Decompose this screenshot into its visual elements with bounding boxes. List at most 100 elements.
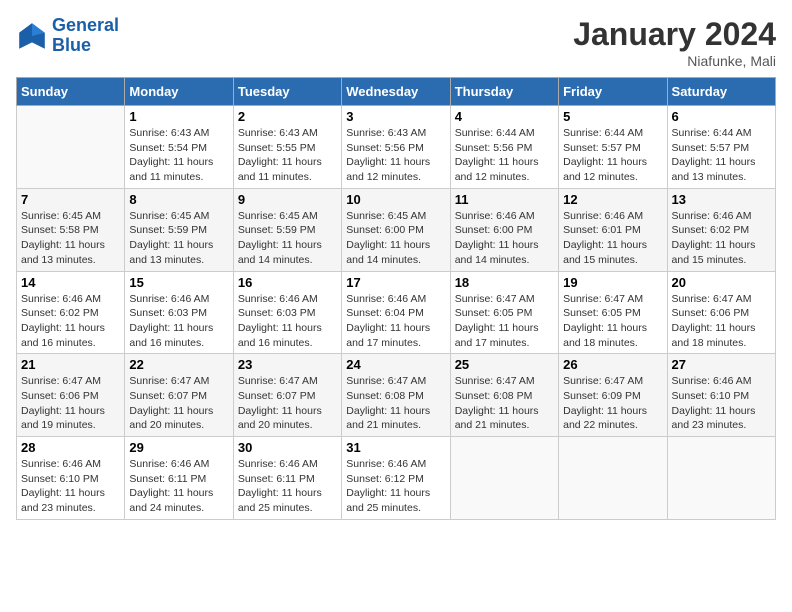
day-number: 18 bbox=[455, 275, 554, 290]
day-info: Sunrise: 6:47 AM Sunset: 6:06 PM Dayligh… bbox=[672, 292, 771, 351]
calendar-cell bbox=[559, 437, 667, 520]
day-number: 30 bbox=[238, 440, 337, 455]
header-saturday: Saturday bbox=[667, 78, 775, 106]
day-number: 8 bbox=[129, 192, 228, 207]
day-info: Sunrise: 6:44 AM Sunset: 5:56 PM Dayligh… bbox=[455, 126, 554, 185]
day-number: 7 bbox=[21, 192, 120, 207]
day-info: Sunrise: 6:43 AM Sunset: 5:56 PM Dayligh… bbox=[346, 126, 445, 185]
day-info: Sunrise: 6:46 AM Sunset: 6:02 PM Dayligh… bbox=[672, 209, 771, 268]
day-info: Sunrise: 6:46 AM Sunset: 6:11 PM Dayligh… bbox=[129, 457, 228, 516]
calendar-cell: 25 Sunrise: 6:47 AM Sunset: 6:08 PM Dayli… bbox=[450, 354, 558, 437]
calendar-table: SundayMondayTuesdayWednesdayThursdayFrid… bbox=[16, 77, 776, 520]
day-info: Sunrise: 6:46 AM Sunset: 6:03 PM Dayligh… bbox=[129, 292, 228, 351]
page-header: General Blue January 2024 Niafunke, Mali bbox=[16, 16, 776, 69]
day-info: Sunrise: 6:45 AM Sunset: 5:59 PM Dayligh… bbox=[129, 209, 228, 268]
calendar-cell: 13 Sunrise: 6:46 AM Sunset: 6:02 PM Dayli… bbox=[667, 188, 775, 271]
day-info: Sunrise: 6:46 AM Sunset: 6:10 PM Dayligh… bbox=[21, 457, 120, 516]
day-info: Sunrise: 6:46 AM Sunset: 6:12 PM Dayligh… bbox=[346, 457, 445, 516]
day-info: Sunrise: 6:47 AM Sunset: 6:05 PM Dayligh… bbox=[563, 292, 662, 351]
day-info: Sunrise: 6:44 AM Sunset: 5:57 PM Dayligh… bbox=[672, 126, 771, 185]
day-info: Sunrise: 6:43 AM Sunset: 5:54 PM Dayligh… bbox=[129, 126, 228, 185]
calendar-cell bbox=[17, 106, 125, 189]
day-number: 25 bbox=[455, 357, 554, 372]
day-info: Sunrise: 6:47 AM Sunset: 6:07 PM Dayligh… bbox=[129, 374, 228, 433]
day-number: 16 bbox=[238, 275, 337, 290]
day-number: 6 bbox=[672, 109, 771, 124]
day-info: Sunrise: 6:47 AM Sunset: 6:07 PM Dayligh… bbox=[238, 374, 337, 433]
calendar-cell: 4 Sunrise: 6:44 AM Sunset: 5:56 PM Daylig… bbox=[450, 106, 558, 189]
calendar-cell: 20Sunrise: 6:47 AM Sunset: 6:06 PM Dayli… bbox=[667, 271, 775, 354]
day-info: Sunrise: 6:46 AM Sunset: 6:00 PM Dayligh… bbox=[455, 209, 554, 268]
calendar-cell: 15 Sunrise: 6:46 AM Sunset: 6:03 PM Dayli… bbox=[125, 271, 233, 354]
calendar-cell: 27 Sunrise: 6:46 AM Sunset: 6:10 PM Dayli… bbox=[667, 354, 775, 437]
day-number: 1 bbox=[129, 109, 228, 124]
calendar-cell bbox=[450, 437, 558, 520]
calendar-cell: 23 Sunrise: 6:47 AM Sunset: 6:07 PM Dayli… bbox=[233, 354, 341, 437]
day-number: 27 bbox=[672, 357, 771, 372]
day-number: 26 bbox=[563, 357, 662, 372]
day-info: Sunrise: 6:47 AM Sunset: 6:06 PM Dayligh… bbox=[21, 374, 120, 433]
logo-icon bbox=[16, 20, 48, 52]
day-number: 11 bbox=[455, 192, 554, 207]
calendar-header-row: SundayMondayTuesdayWednesdayThursdayFrid… bbox=[17, 78, 776, 106]
day-number: 28 bbox=[21, 440, 120, 455]
day-number: 19 bbox=[563, 275, 662, 290]
calendar-cell: 18 Sunrise: 6:47 AM Sunset: 6:05 PM Dayli… bbox=[450, 271, 558, 354]
calendar-cell: 12 Sunrise: 6:46 AM Sunset: 6:01 PM Dayli… bbox=[559, 188, 667, 271]
calendar-cell: 26Sunrise: 6:47 AM Sunset: 6:09 PM Dayli… bbox=[559, 354, 667, 437]
day-number: 31 bbox=[346, 440, 445, 455]
calendar-cell bbox=[667, 437, 775, 520]
day-number: 22 bbox=[129, 357, 228, 372]
logo: General Blue bbox=[16, 16, 119, 56]
day-number: 4 bbox=[455, 109, 554, 124]
day-number: 15 bbox=[129, 275, 228, 290]
day-number: 29 bbox=[129, 440, 228, 455]
calendar-cell: 30 Sunrise: 6:46 AM Sunset: 6:11 PM Dayli… bbox=[233, 437, 341, 520]
calendar-cell: 11 Sunrise: 6:46 AM Sunset: 6:00 PM Dayli… bbox=[450, 188, 558, 271]
calendar-cell: 5Sunrise: 6:44 AM Sunset: 5:57 PM Daylig… bbox=[559, 106, 667, 189]
day-info: Sunrise: 6:46 AM Sunset: 6:11 PM Dayligh… bbox=[238, 457, 337, 516]
day-info: Sunrise: 6:47 AM Sunset: 6:08 PM Dayligh… bbox=[346, 374, 445, 433]
calendar-cell: 21 Sunrise: 6:47 AM Sunset: 6:06 PM Dayli… bbox=[17, 354, 125, 437]
day-info: Sunrise: 6:47 AM Sunset: 6:08 PM Dayligh… bbox=[455, 374, 554, 433]
day-info: Sunrise: 6:46 AM Sunset: 6:10 PM Dayligh… bbox=[672, 374, 771, 433]
header-friday: Friday bbox=[559, 78, 667, 106]
day-number: 3 bbox=[346, 109, 445, 124]
calendar-cell: 24 Sunrise: 6:47 AM Sunset: 6:08 PM Dayli… bbox=[342, 354, 450, 437]
logo-text: General Blue bbox=[52, 16, 119, 56]
day-number: 17 bbox=[346, 275, 445, 290]
calendar-cell: 14Sunrise: 6:46 AM Sunset: 6:02 PM Dayli… bbox=[17, 271, 125, 354]
day-number: 9 bbox=[238, 192, 337, 207]
calendar-cell: 31 Sunrise: 6:46 AM Sunset: 6:12 PM Dayli… bbox=[342, 437, 450, 520]
calendar-body: 1 Sunrise: 6:43 AM Sunset: 5:54 PM Daylig… bbox=[17, 106, 776, 520]
header-sunday: Sunday bbox=[17, 78, 125, 106]
day-number: 23 bbox=[238, 357, 337, 372]
week-row-3: 14Sunrise: 6:46 AM Sunset: 6:02 PM Dayli… bbox=[17, 271, 776, 354]
title-block: January 2024 Niafunke, Mali bbox=[573, 16, 776, 69]
location: Niafunke, Mali bbox=[573, 53, 776, 69]
day-number: 2 bbox=[238, 109, 337, 124]
day-number: 13 bbox=[672, 192, 771, 207]
week-row-4: 21 Sunrise: 6:47 AM Sunset: 6:06 PM Dayli… bbox=[17, 354, 776, 437]
day-number: 10 bbox=[346, 192, 445, 207]
day-number: 5 bbox=[563, 109, 662, 124]
calendar-cell: 6 Sunrise: 6:44 AM Sunset: 5:57 PM Daylig… bbox=[667, 106, 775, 189]
day-number: 24 bbox=[346, 357, 445, 372]
day-number: 21 bbox=[21, 357, 120, 372]
calendar-cell: 1 Sunrise: 6:43 AM Sunset: 5:54 PM Daylig… bbox=[125, 106, 233, 189]
header-monday: Monday bbox=[125, 78, 233, 106]
day-number: 12 bbox=[563, 192, 662, 207]
week-row-1: 1 Sunrise: 6:43 AM Sunset: 5:54 PM Daylig… bbox=[17, 106, 776, 189]
day-number: 14 bbox=[21, 275, 120, 290]
day-info: Sunrise: 6:46 AM Sunset: 6:04 PM Dayligh… bbox=[346, 292, 445, 351]
calendar-cell: 16Sunrise: 6:46 AM Sunset: 6:03 PM Dayli… bbox=[233, 271, 341, 354]
calendar-cell: 28 Sunrise: 6:46 AM Sunset: 6:10 PM Dayli… bbox=[17, 437, 125, 520]
day-info: Sunrise: 6:46 AM Sunset: 6:01 PM Dayligh… bbox=[563, 209, 662, 268]
day-info: Sunrise: 6:45 AM Sunset: 5:59 PM Dayligh… bbox=[238, 209, 337, 268]
month-title: January 2024 bbox=[573, 16, 776, 53]
day-info: Sunrise: 6:45 AM Sunset: 6:00 PM Dayligh… bbox=[346, 209, 445, 268]
calendar-cell: 9 Sunrise: 6:45 AM Sunset: 5:59 PM Daylig… bbox=[233, 188, 341, 271]
calendar-cell: 2Sunrise: 6:43 AM Sunset: 5:55 PM Daylig… bbox=[233, 106, 341, 189]
day-info: Sunrise: 6:47 AM Sunset: 6:05 PM Dayligh… bbox=[455, 292, 554, 351]
calendar-cell: 22 Sunrise: 6:47 AM Sunset: 6:07 PM Dayli… bbox=[125, 354, 233, 437]
